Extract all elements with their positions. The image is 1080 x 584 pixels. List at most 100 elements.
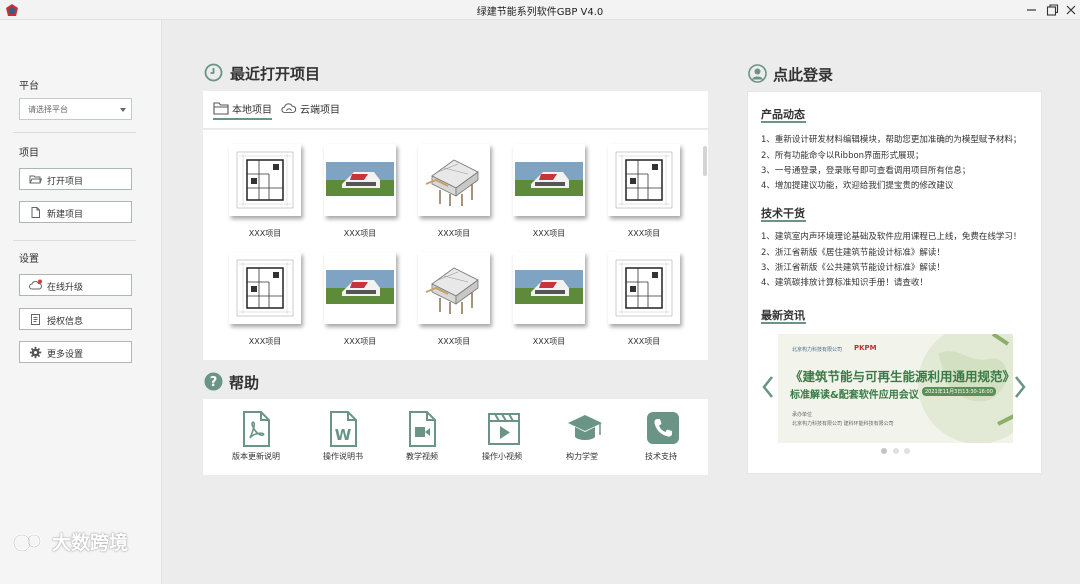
help-label-tutorial-video: 教学视频 xyxy=(406,452,438,461)
project-card-label[interactable]: XXX项目 xyxy=(320,228,400,239)
tab-cloud-projects[interactable]: 云端项目 xyxy=(300,101,340,116)
maximize-icon[interactable] xyxy=(1044,2,1060,18)
divider xyxy=(13,240,136,241)
phone-icon xyxy=(647,412,679,444)
latest-news-title: 最新资讯 xyxy=(761,309,805,322)
help-item-tutorial-video[interactable]: 教学视频 xyxy=(387,399,457,475)
help-panel: 版本更新说明 W 操作说明书 教学视频 操作小视频 构力学堂 技术支持 xyxy=(203,399,708,475)
online-upgrade-label: 在线升级 xyxy=(47,283,84,293)
window-title: 绿建节能系列软件GBP V4.0 xyxy=(476,7,604,18)
tab-local-projects[interactable]: 本地项目 xyxy=(232,101,272,116)
help-heading: 帮助 xyxy=(229,374,260,392)
carousel-dot[interactable] xyxy=(893,448,899,454)
title-underline xyxy=(761,121,806,123)
carousel-prev-icon[interactable] xyxy=(761,375,775,399)
tech-article-item[interactable]: 1、建筑室内声环境理论基础及软件应用课程已上线，免费在线学习！ xyxy=(761,230,1021,242)
product-news-item[interactable]: 3、一号通登录，登录账号即可查看调用项目所有信息； xyxy=(761,164,970,176)
project-card[interactable] xyxy=(229,252,301,324)
open-project-button[interactable]: 打开项目 xyxy=(19,168,132,190)
project-card-label[interactable]: XXX项目 xyxy=(414,336,494,347)
new-project-label: 新建项目 xyxy=(47,210,84,220)
tech-articles-title: 技术干货 xyxy=(761,207,805,220)
project-thumbnail xyxy=(615,151,673,209)
sidebar: 平台 请选择平台 项目 打开项目 新建项目 设置 在线升级 授权信息 更多设置 xyxy=(0,20,162,584)
more-settings-button[interactable]: 更多设置 xyxy=(19,341,132,363)
project-card-label[interactable]: XXX项目 xyxy=(225,228,305,239)
tech-article-item[interactable]: 3、浙江省新版《公共建筑节能设计标准》解读！ xyxy=(761,261,945,273)
active-tab-indicator xyxy=(213,118,272,120)
project-card-label[interactable]: XXX项目 xyxy=(414,228,494,239)
divider xyxy=(13,132,136,133)
title-underline xyxy=(761,322,806,324)
document-icon xyxy=(31,314,40,325)
minimize-icon[interactable] xyxy=(1024,2,1040,18)
product-news-item[interactable]: 4、增加提建议功能，欢迎给我们提宝贵的修改建议 xyxy=(761,179,953,191)
word-icon: W xyxy=(330,411,357,447)
project-card-label[interactable]: XXX项目 xyxy=(509,336,589,347)
project-card[interactable] xyxy=(608,252,680,324)
close-icon[interactable] xyxy=(1063,2,1079,18)
svg-text:?: ? xyxy=(210,375,218,390)
clock-icon xyxy=(204,63,223,82)
grid-scrollbar[interactable] xyxy=(703,146,707,176)
project-card[interactable] xyxy=(513,252,585,324)
help-item-manual[interactable]: W 操作说明书 xyxy=(308,399,378,475)
platform-select[interactable]: 请选择平台 xyxy=(19,98,132,120)
product-news-item[interactable]: 1、重新设计研发材料编辑模块，帮助您更加准确的为模型赋予材料； xyxy=(761,133,1021,145)
user-avatar-icon[interactable] xyxy=(748,64,767,83)
project-thumbnail xyxy=(326,162,394,196)
project-card-label[interactable]: XXX项目 xyxy=(604,336,684,347)
project-card-label[interactable]: XXX项目 xyxy=(225,336,305,347)
project-card-label[interactable]: XXX项目 xyxy=(604,228,684,239)
help-item-short-video[interactable]: 操作小视频 xyxy=(467,399,537,475)
online-upgrade-button[interactable]: 在线升级 xyxy=(19,274,132,296)
settings-section-title: 设置 xyxy=(19,254,39,265)
project-card-label[interactable]: XXX项目 xyxy=(320,336,400,347)
help-label-release-notes: 版本更新说明 xyxy=(232,452,280,461)
project-card-label[interactable]: XXX项目 xyxy=(509,228,589,239)
graduation-cap-icon xyxy=(568,415,602,440)
help-label-manual: 操作说明书 xyxy=(323,452,363,461)
title-bar: 绿建节能系列软件GBP V4.0 xyxy=(0,0,1080,20)
banner-orgs: 北京构力科技有限公司 建科环能科技有限公司 xyxy=(792,421,894,427)
tech-article-item[interactable]: 2、浙江省新版《居住建筑节能设计标准》解读！ xyxy=(761,246,945,258)
help-label-short-video: 操作小视频 xyxy=(482,452,522,461)
product-news-item[interactable]: 2、所有功能命令以Ribbon界面形式展现； xyxy=(761,149,924,161)
help-item-academy[interactable]: 构力学堂 xyxy=(547,399,617,475)
license-info-label: 授权信息 xyxy=(47,317,84,327)
cloud-upgrade-icon xyxy=(29,279,42,290)
banner-subtitle: 标准解读&配套软件应用会议 xyxy=(790,390,919,401)
login-link[interactable]: 点此登录 xyxy=(773,64,833,85)
carousel-dot-active[interactable] xyxy=(881,448,887,454)
banner-logo-right: PKPM xyxy=(854,344,877,352)
banner-logo-left: 北京构力科技有限公司 xyxy=(792,347,843,353)
project-card[interactable] xyxy=(513,144,585,216)
news-banner[interactable]: 北京构力科技有限公司 PKPM 《建筑节能与可再生能源利用通用规范》 标准解读&… xyxy=(778,334,1013,443)
project-card[interactable] xyxy=(324,144,396,216)
project-thumbnail xyxy=(236,259,294,317)
help-label-tech-support: 技术支持 xyxy=(645,452,677,461)
project-card[interactable] xyxy=(608,144,680,216)
project-card[interactable] xyxy=(418,144,490,216)
platform-select-value: 请选择平台 xyxy=(28,105,68,114)
project-thumbnail xyxy=(236,151,294,209)
project-thumbnail xyxy=(326,270,394,304)
tech-article-item[interactable]: 4、建筑碳排放计算标准知识手册！请查收！ xyxy=(761,276,928,288)
project-section-title: 项目 xyxy=(19,148,39,159)
help-icon: ? xyxy=(204,372,223,391)
project-card[interactable] xyxy=(229,144,301,216)
help-item-tech-support[interactable]: 技术支持 xyxy=(626,399,696,475)
platform-section-title: 平台 xyxy=(19,81,39,92)
banner-org-label: 承办单位 xyxy=(792,412,813,418)
recent-projects-heading: 最近打开项目 xyxy=(230,65,321,83)
project-card[interactable] xyxy=(324,252,396,324)
license-info-button[interactable]: 授权信息 xyxy=(19,308,132,330)
new-file-icon xyxy=(31,207,40,218)
svg-text:W: W xyxy=(335,426,352,444)
carousel-next-icon[interactable] xyxy=(1013,375,1027,399)
carousel-dot[interactable] xyxy=(904,448,910,454)
project-card[interactable] xyxy=(418,252,490,324)
new-project-button[interactable]: 新建项目 xyxy=(19,201,132,223)
help-item-release-notes[interactable]: 版本更新说明 xyxy=(221,399,291,475)
project-thumbnail xyxy=(425,159,479,206)
